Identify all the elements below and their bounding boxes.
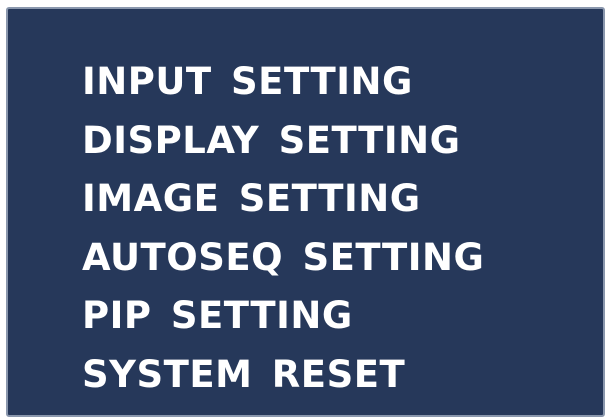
settings-menu: INPUT SETTING DISPLAY SETTING IMAGE SETT… xyxy=(82,53,484,404)
menu-item-display-setting[interactable]: DISPLAY SETTING xyxy=(82,112,484,171)
osd-menu-panel: INPUT SETTING DISPLAY SETTING IMAGE SETT… xyxy=(6,7,605,417)
menu-item-input-setting[interactable]: INPUT SETTING xyxy=(82,53,484,112)
menu-item-autoseq-setting[interactable]: AUTOSEQ SETTING xyxy=(82,229,484,288)
menu-item-pip-setting[interactable]: PIP SETTING xyxy=(82,287,484,346)
menu-item-image-setting[interactable]: IMAGE SETTING xyxy=(82,170,484,229)
menu-item-system-reset[interactable]: SYSTEM RESET xyxy=(82,346,484,405)
